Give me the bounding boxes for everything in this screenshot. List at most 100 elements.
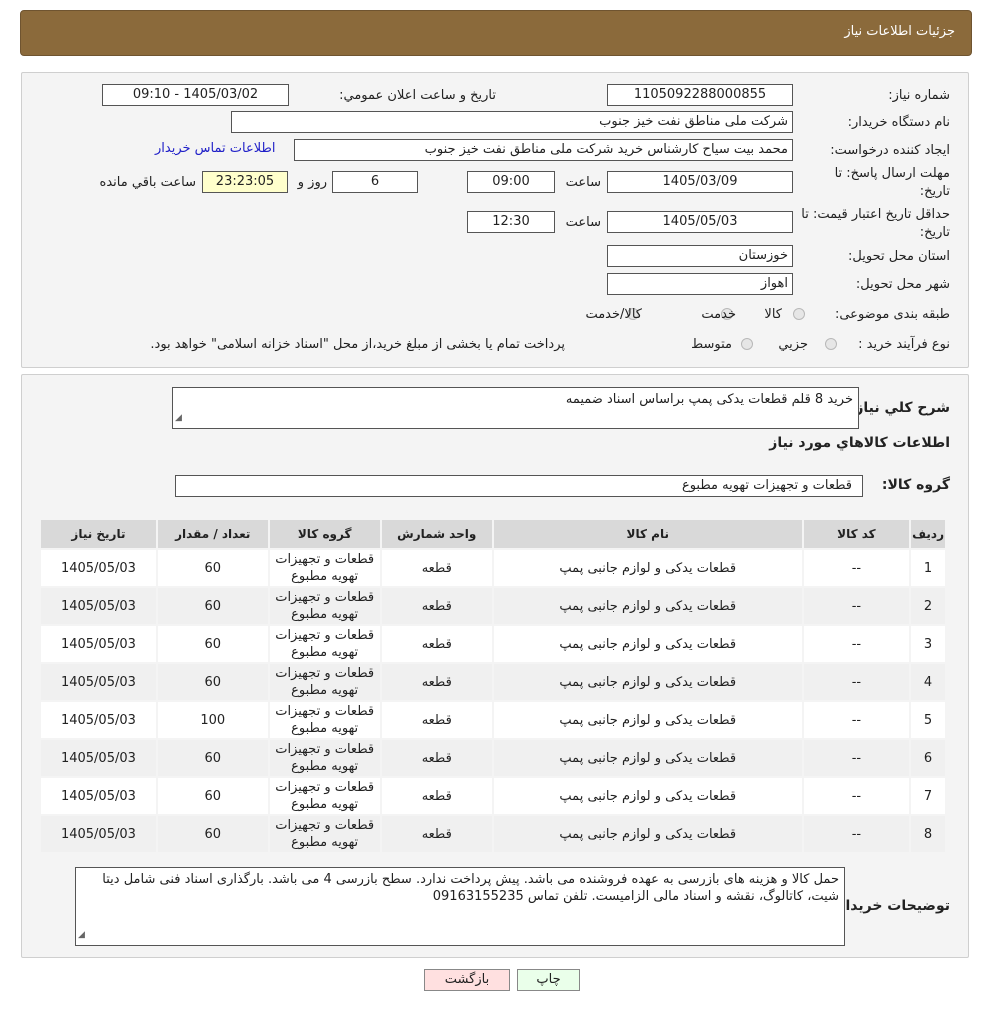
item-name-cell: قطعات یدکی و لوازم جانبی پمپ [493,740,802,776]
resize-grip-icon[interactable]: ◢ [175,410,182,427]
reply-deadline-label: مهلت ارسال پاسخ: تا تاریخ: [834,166,950,199]
col-item-code: کد کالا [803,520,910,548]
group-cell: قطعات و تجهیزات تهویه مطبوع [269,550,380,586]
col-item-name: نام کالا [493,520,802,548]
price-validity-date-field: 1405/05/03 [607,211,793,233]
quantity-cell: 60 [157,778,268,814]
page-title: جزئیات اطلاعات نیاز [844,24,955,39]
group-cell: قطعات و تجهیزات تهویه مطبوع [269,664,380,700]
row-number-cell: 2 [911,588,945,624]
process-option-medium: متوسط [691,337,732,352]
table-row: 2 -- قطعات یدکی و لوازم جانبی پمپ قطعه قطعات… [41,588,945,624]
category-option-service: خدمت [701,307,736,322]
table-row: 1 -- قطعات یدکی و لوازم جانبی پمپ قطعه قطعات… [41,550,945,586]
group-field: قطعات و تجهیزات تهویه مطبوع [175,475,863,497]
category-option-goods-service: کالا/خدمت [585,307,642,322]
col-need-date: تاریخ نیاز [41,520,156,548]
col-unit: واحد شمارش [381,520,492,548]
process-radio-medium[interactable] [741,338,753,350]
process-option-minor: جزیي [778,337,808,352]
item-name-cell: قطعات یدکی و لوازم جانبی پمپ [493,588,802,624]
quantity-cell: 60 [157,664,268,700]
row-number-cell: 3 [911,626,945,662]
buyer-contact-link[interactable]: اطلاعات تماس خریدار [155,141,275,156]
row-number-cell: 7 [911,778,945,814]
details-panel: شماره نیاز: 1105092288000855 تاریخ و ساع… [21,72,969,368]
category-radio-goods[interactable] [793,308,805,320]
quantity-cell: 60 [157,816,268,852]
need-date-cell: 1405/05/03 [41,550,156,586]
quantity-cell: 60 [157,588,268,624]
items-table-header: رديف کد کالا نام کالا واحد شمارش گروه کا… [41,520,945,548]
need-date-cell: 1405/05/03 [41,626,156,662]
province-label: استان محل تحویل: [848,249,950,264]
unit-cell: قطعه [381,702,492,738]
quantity-cell: 60 [157,626,268,662]
item-code-cell: -- [803,778,910,814]
buyer-notes-text: حمل کالا و هزینه های بازرسی به عهده فروش… [102,872,839,904]
group-cell: قطعات و تجهیزات تهویه مطبوع [269,778,380,814]
unit-cell: قطعه [381,550,492,586]
group-cell: قطعات و تجهیزات تهویه مطبوع [269,740,380,776]
creator-field: محمد بیت سیاح کارشناس خرید شرکت ملی مناط… [294,139,793,161]
group-cell: قطعات و تجهیزات تهویه مطبوع [269,588,380,624]
process-radio-minor[interactable] [825,338,837,350]
item-name-cell: قطعات یدکی و لوازم جانبی پمپ [493,702,802,738]
city-label: شهر محل تحویل: [855,277,950,292]
unit-cell: قطعه [381,816,492,852]
remaining-label: ساعت باقي مانده [99,175,196,190]
days-label: روز و [297,175,327,190]
quantity-cell: 100 [157,702,268,738]
row-number-cell: 5 [911,702,945,738]
need-date-cell: 1405/05/03 [41,664,156,700]
need-date-cell: 1405/05/03 [41,778,156,814]
need-date-cell: 1405/05/03 [41,702,156,738]
table-row: 6 -- قطعات یدکی و لوازم جانبی پمپ قطعه قطعات… [41,740,945,776]
category-option-goods: کالا [764,307,782,322]
col-quantity: تعداد / مقدار [157,520,268,548]
buyer-notes-field: حمل کالا و هزینه های بازرسی به عهده فروش… [75,867,845,946]
need-date-cell: 1405/05/03 [41,588,156,624]
days-field: 6 [332,171,418,193]
row-number-cell: 4 [911,664,945,700]
need-number-label: شماره نیاز: [888,88,950,103]
quantity-cell: 60 [157,740,268,776]
resize-grip-icon[interactable]: ◢ [78,927,85,944]
payment-note: پرداخت تمام یا بخشی از مبلغ خرید،از محل … [150,337,565,352]
col-group: گروه کالا [269,520,380,548]
unit-cell: قطعه [381,664,492,700]
category-label: طبقه بندی موضوعی: [834,307,950,322]
need-date-cell: 1405/05/03 [41,816,156,852]
table-row: 8 -- قطعات یدکی و لوازم جانبی پمپ قطعه قطعات… [41,816,945,852]
table-row: 4 -- قطعات یدکی و لوازم جانبی پمپ قطعه قطعات… [41,664,945,700]
description-text: خرید 8 قلم قطعات یدکی پمپ براساس اسناد ض… [565,392,853,407]
row-number-cell: 6 [911,740,945,776]
quantity-cell: 60 [157,550,268,586]
items-heading: اطلاعات كالاهاي مورد نياز [769,435,950,451]
table-row: 3 -- قطعات یدکی و لوازم جانبی پمپ قطعه قطعات… [41,626,945,662]
item-code-cell: -- [803,626,910,662]
remaining-time-field: 23:23:05 [202,171,288,193]
item-name-cell: قطعات یدکی و لوازم جانبی پمپ [493,626,802,662]
col-row-number: رديف [911,520,945,548]
announce-field: 1405/03/02 - 09:10 [102,84,289,106]
row-number-cell: 8 [911,816,945,852]
items-table: رديف کد کالا نام کالا واحد شمارش گروه کا… [39,518,947,854]
row-number-cell: 1 [911,550,945,586]
city-field: اهواز [607,273,793,295]
table-row: 5 -- قطعات یدکی و لوازم جانبی پمپ قطعه قطعات… [41,702,945,738]
item-name-cell: قطعات یدکی و لوازم جانبی پمپ [493,664,802,700]
need-date-cell: 1405/05/03 [41,740,156,776]
reply-date-field: 1405/03/09 [607,171,793,193]
print-button[interactable]: چاپ [517,969,580,991]
back-button[interactable]: بازگشت [424,969,510,991]
group-cell: قطعات و تجهیزات تهویه مطبوع [269,626,380,662]
items-panel: شرح كلي نياز: خرید 8 قلم قطعات یدکی پمپ … [21,374,969,958]
group-cell: قطعات و تجهیزات تهویه مطبوع [269,816,380,852]
process-label: نوع فرآیند خرید : [858,337,950,352]
buyer-org-label: نام دستگاه خريدار: [847,115,950,130]
item-code-cell: -- [803,664,910,700]
description-label: شرح كلي نياز: [849,400,950,416]
unit-cell: قطعه [381,740,492,776]
item-code-cell: -- [803,740,910,776]
